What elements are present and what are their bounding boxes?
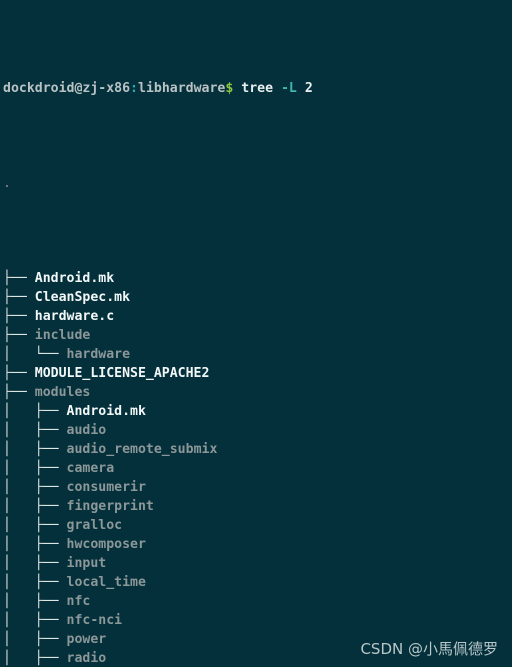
command-tree: tree [241, 81, 274, 96]
tree-entry-name: Android.mk [34, 271, 115, 286]
tree-entry: ├── modules [3, 383, 313, 402]
tree-indent: │ [3, 518, 35, 533]
prompt-user-host: dockdroid@zj-x86 [3, 81, 131, 96]
tree-connector: ├── [34, 442, 67, 457]
tree-last-connector: └── [34, 347, 67, 362]
tree-entry: │ ├── nfc-nci [3, 611, 313, 630]
tree-entry-name: CleanSpec.mk [34, 290, 131, 305]
tree-connector: ├── [34, 632, 67, 647]
tree-indent: │ [3, 613, 35, 628]
tree-root-line: . [3, 174, 313, 193]
tree-entry: │ ├── local_time [3, 573, 313, 592]
tree-entry-name: input [66, 556, 107, 571]
tree-entry-name: local_time [66, 575, 146, 590]
tree-connector: ├── [3, 309, 35, 324]
tree-indent: │ [3, 575, 35, 590]
tree-entry: │ ├── audio [3, 421, 313, 440]
prompt-separator: : [130, 81, 138, 96]
tree-entry-name: audio_remote_submix [66, 442, 218, 457]
tree-connector: ├── [3, 290, 35, 305]
tree-indent: │ [3, 594, 35, 609]
tree-entry: ├── MODULE_LICENSE_APACHE2 [3, 364, 313, 383]
tree-root-label: . [3, 176, 11, 191]
tree-entry-name: power [66, 632, 107, 647]
tree-connector: ├── [34, 651, 67, 666]
prompt-path: libhardware [138, 81, 226, 96]
tree-connector: ├── [3, 366, 35, 381]
tree-indent: │ [3, 632, 35, 647]
tree-entry: │ ├── hwcomposer [3, 535, 313, 554]
tree-entry-name: modules [34, 385, 91, 400]
tree-entry-name: audio [66, 423, 107, 438]
tree-connector: ├── [3, 271, 35, 286]
tree-entry: │ ├── input [3, 554, 313, 573]
tree-indent: │ [3, 556, 35, 571]
tree-entry-name: MODULE_LICENSE_APACHE2 [34, 366, 210, 381]
tree-entry: │ ├── radio [3, 649, 313, 667]
tree-entry: │ ├── consumerir [3, 478, 313, 497]
terminal-window[interactable]: dockdroid@zj-x86:libhardware$ tree -L 2 … [0, 0, 512, 667]
tree-entry: │ └── hardware [3, 345, 313, 364]
tree-entry: │ ├── fingerprint [3, 497, 313, 516]
tree-output: ├── Android.mk ├── CleanSpec.mk ├── hardwa… [3, 269, 313, 667]
tree-entry-name: radio [66, 651, 107, 666]
tree-connector: ├── [34, 461, 67, 476]
command-flag: -L [280, 81, 297, 96]
tree-entry-name: include [34, 328, 91, 343]
tree-entry-name: nfc-nci [66, 613, 123, 628]
tree-connector: ├── [34, 556, 67, 571]
tree-entry: │ ├── camera [3, 459, 313, 478]
tree-connector: ├── [3, 385, 35, 400]
tree-entry-name: fingerprint [66, 499, 154, 514]
tree-connector: ├── [34, 613, 67, 628]
tree-entry: ├── include [3, 326, 313, 345]
tree-indent: │ [3, 404, 35, 419]
tree-indent: │ [3, 480, 35, 495]
tree-entry-name: hardware.c [34, 309, 115, 324]
tree-connector: ├── [34, 537, 67, 552]
tree-entry-name: hardware [66, 347, 131, 362]
tree-entry: ├── hardware.c [3, 307, 313, 326]
tree-connector: ├── [34, 423, 67, 438]
tree-entry: │ ├── Android.mk [3, 402, 313, 421]
tree-indent: │ [3, 423, 35, 438]
prompt-line: dockdroid@zj-x86:libhardware$ tree -L 2 [3, 79, 313, 98]
tree-connector: ├── [34, 518, 67, 533]
tree-connector: ├── [34, 404, 67, 419]
tree-indent: │ [3, 537, 35, 552]
command-argument: 2 [304, 81, 313, 96]
tree-entry: ├── Android.mk [3, 269, 313, 288]
tree-connector: ├── [34, 594, 67, 609]
tree-indent: │ [3, 499, 35, 514]
tree-connector: ├── [34, 499, 67, 514]
tree-indent: │ [3, 442, 35, 457]
terminal-screen: dockdroid@zj-x86:libhardware$ tree -L 2 … [0, 0, 313, 667]
tree-entry: │ ├── power [3, 630, 313, 649]
tree-indent: │ [3, 347, 35, 362]
tree-entry-name: camera [66, 461, 115, 476]
tree-indent: │ [3, 651, 35, 666]
tree-entry-name: nfc [66, 594, 91, 609]
watermark-label: CSDN @小馬佩德罗 [360, 640, 498, 658]
tree-entry-name: gralloc [66, 518, 123, 533]
tree-entry-name: hwcomposer [66, 537, 146, 552]
tree-entry: ├── CleanSpec.mk [3, 288, 313, 307]
tree-indent: │ [3, 461, 35, 476]
tree-connector: ├── [3, 328, 35, 343]
tree-connector: ├── [34, 480, 67, 495]
tree-entry: │ ├── audio_remote_submix [3, 440, 313, 459]
tree-entry-name: Android.mk [66, 404, 146, 419]
tree-connector: ├── [34, 575, 67, 590]
tree-entry-name: consumerir [66, 480, 146, 495]
tree-entry: │ ├── gralloc [3, 516, 313, 535]
tree-entry: │ ├── nfc [3, 592, 313, 611]
